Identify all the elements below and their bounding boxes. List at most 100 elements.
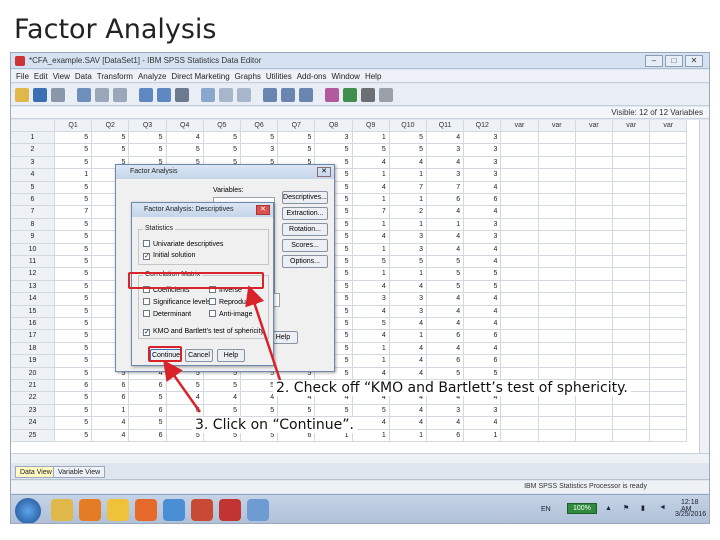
table-cell[interactable] bbox=[575, 218, 613, 232]
row-header[interactable]: 4 bbox=[11, 169, 55, 182]
table-cell[interactable]: 4 bbox=[166, 132, 204, 145]
table-cell[interactable] bbox=[650, 144, 688, 157]
table-cell[interactable] bbox=[501, 268, 539, 281]
table-cell[interactable] bbox=[575, 156, 613, 170]
initial-solution-checkbox[interactable]: ✓ Initial solution bbox=[143, 252, 195, 260]
table-cell[interactable] bbox=[650, 268, 688, 281]
weight-cases-icon[interactable] bbox=[281, 88, 295, 102]
table-cell[interactable]: 5 bbox=[55, 404, 93, 418]
table-cell[interactable] bbox=[613, 194, 651, 207]
check-icon[interactable]: ✓ bbox=[143, 253, 150, 260]
descriptives-button[interactable]: Descriptives... bbox=[282, 191, 328, 204]
table-cell[interactable]: 5 bbox=[241, 132, 279, 145]
table-cell[interactable] bbox=[538, 206, 576, 219]
table-cell[interactable]: 5 bbox=[389, 144, 427, 157]
table-cell[interactable]: 5 bbox=[55, 367, 93, 380]
table-cell[interactable] bbox=[538, 218, 576, 232]
table-cell[interactable]: 5 bbox=[92, 132, 130, 145]
table-cell[interactable] bbox=[575, 194, 613, 207]
table-cell[interactable]: 7 bbox=[389, 181, 427, 194]
table-cell[interactable]: 5 bbox=[464, 268, 502, 281]
table-cell[interactable] bbox=[501, 404, 539, 418]
open-folder-icon[interactable] bbox=[15, 88, 29, 102]
table-cell[interactable]: 5 bbox=[352, 404, 390, 418]
variables-icon[interactable] bbox=[175, 88, 189, 102]
row-header[interactable]: 18 bbox=[11, 342, 55, 356]
table-cell[interactable]: 5 bbox=[203, 380, 241, 393]
table-cell[interactable] bbox=[501, 169, 539, 182]
table-cell[interactable] bbox=[538, 330, 576, 343]
row-header[interactable]: 2 bbox=[11, 144, 55, 157]
table-cell[interactable]: 4 bbox=[427, 318, 465, 331]
row-header[interactable]: 12 bbox=[11, 268, 55, 281]
table-cell[interactable]: 3 bbox=[427, 404, 465, 418]
table-cell[interactable]: 6 bbox=[427, 330, 465, 343]
tab-variable-view[interactable]: Variable View bbox=[53, 466, 106, 478]
descriptives-help-button[interactable]: Help bbox=[217, 349, 245, 362]
table-cell[interactable] bbox=[575, 181, 613, 194]
table-cell[interactable] bbox=[575, 417, 613, 430]
table-cell[interactable] bbox=[501, 218, 539, 232]
go-to-case-icon[interactable] bbox=[139, 88, 153, 102]
table-cell[interactable]: 5 bbox=[427, 280, 465, 294]
table-cell[interactable]: 5 bbox=[55, 342, 93, 356]
table-cell[interactable]: 5 bbox=[55, 132, 93, 145]
table-cell[interactable]: 4 bbox=[352, 417, 390, 430]
table-cell[interactable] bbox=[575, 404, 613, 418]
row-header[interactable]: 10 bbox=[11, 243, 55, 256]
table-cell[interactable]: 6 bbox=[464, 355, 502, 368]
column-header[interactable]: Q4 bbox=[166, 120, 204, 132]
table-cell[interactable]: 5 bbox=[55, 268, 93, 281]
table-cell[interactable]: 5 bbox=[129, 144, 167, 157]
table-cell[interactable] bbox=[650, 218, 688, 232]
table-cell[interactable]: 4 bbox=[464, 342, 502, 356]
menu-window[interactable]: Window bbox=[331, 70, 359, 83]
column-header[interactable]: var bbox=[501, 120, 539, 132]
column-header[interactable]: Q11 bbox=[427, 120, 465, 132]
table-cell[interactable]: 1 bbox=[464, 429, 502, 442]
row-header[interactable]: 6 bbox=[11, 194, 55, 207]
descriptives-close-icon[interactable]: ✕ bbox=[256, 205, 270, 215]
table-cell[interactable]: 1 bbox=[352, 169, 390, 182]
table-cell[interactable] bbox=[613, 181, 651, 194]
table-cell[interactable] bbox=[538, 417, 576, 430]
table-cell[interactable] bbox=[650, 404, 688, 418]
table-cell[interactable]: 6 bbox=[129, 429, 167, 442]
table-cell[interactable]: 5 bbox=[389, 256, 427, 269]
table-cell[interactable] bbox=[650, 156, 688, 170]
column-header[interactable]: Q9 bbox=[352, 120, 390, 132]
table-cell[interactable]: 1 bbox=[389, 268, 427, 281]
row-header[interactable]: 17 bbox=[11, 330, 55, 343]
table-cell[interactable] bbox=[650, 367, 688, 380]
table-cell[interactable] bbox=[650, 330, 688, 343]
table-cell[interactable]: 5 bbox=[55, 417, 93, 430]
table-cell[interactable]: 5 bbox=[129, 132, 167, 145]
minimize-icon[interactable]: – bbox=[645, 55, 663, 67]
table-cell[interactable]: 1 bbox=[55, 169, 93, 182]
table-cell[interactable] bbox=[538, 256, 576, 269]
table-cell[interactable]: 5 bbox=[55, 256, 93, 269]
table-cell[interactable]: 3 bbox=[389, 243, 427, 256]
table-cell[interactable] bbox=[650, 417, 688, 430]
row-header[interactable]: 7 bbox=[11, 206, 55, 219]
column-header[interactable]: Q3 bbox=[129, 120, 167, 132]
table-cell[interactable]: 6 bbox=[92, 392, 130, 405]
table-cell[interactable] bbox=[613, 342, 651, 356]
table-cell[interactable] bbox=[650, 206, 688, 219]
table-cell[interactable] bbox=[538, 181, 576, 194]
row-header[interactable]: 11 bbox=[11, 256, 55, 269]
column-header[interactable]: Q2 bbox=[92, 120, 130, 132]
table-cell[interactable]: 5 bbox=[427, 256, 465, 269]
menu-edit[interactable]: Edit bbox=[34, 70, 48, 83]
table-cell[interactable] bbox=[650, 280, 688, 294]
table-cell[interactable]: 6 bbox=[427, 194, 465, 207]
table-cell[interactable] bbox=[501, 144, 539, 157]
grid-corner[interactable] bbox=[11, 120, 55, 132]
table-cell[interactable]: 4 bbox=[464, 181, 502, 194]
menu-view[interactable]: View bbox=[53, 70, 70, 83]
table-cell[interactable] bbox=[613, 367, 651, 380]
options-button[interactable]: Options... bbox=[282, 255, 328, 268]
table-cell[interactable] bbox=[501, 243, 539, 256]
table-cell[interactable] bbox=[575, 280, 613, 294]
table-cell[interactable] bbox=[650, 429, 688, 442]
